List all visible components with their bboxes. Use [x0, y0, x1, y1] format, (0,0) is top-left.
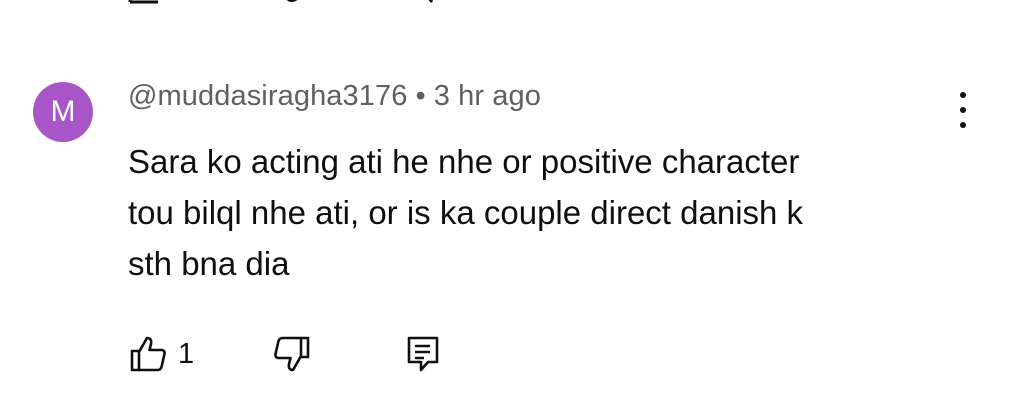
- menu-dot: [960, 92, 966, 98]
- comment-time[interactable]: 3 hr ago: [434, 80, 541, 112]
- author-handle[interactable]: @muddasiragha3176: [128, 80, 407, 112]
- avatar[interactable]: M: [33, 82, 93, 142]
- thumbs-down-icon: [274, 336, 310, 372]
- like-button[interactable]: 1: [128, 334, 194, 374]
- more-vert-icon[interactable]: [950, 92, 976, 128]
- comment-text: Sara ko acting ati he nhe or positive ch…: [128, 136, 948, 289]
- reply-button[interactable]: [404, 334, 444, 374]
- comment-text-line: sth bna dia: [128, 245, 290, 282]
- comment-header: @muddasiragha3176 • 3 hr ago: [128, 80, 541, 113]
- thumbs-up-icon: [130, 336, 166, 372]
- comment-actions: 1: [128, 334, 458, 374]
- reply-comment-icon: [407, 336, 439, 372]
- comment-text-line: tou bilql nhe ati, or is ka couple direc…: [128, 194, 804, 231]
- menu-dot: [960, 122, 966, 128]
- menu-dot: [960, 107, 966, 113]
- separator-dot: •: [415, 80, 426, 112]
- comment-text-line: Sara ko acting ati he nhe or positive ch…: [128, 143, 800, 180]
- dislike-button[interactable]: [272, 334, 312, 374]
- like-count: 1: [178, 337, 195, 370]
- comment-item: M @muddasiragha3176 • 3 hr ago Sara ko act…: [0, 0, 1024, 414]
